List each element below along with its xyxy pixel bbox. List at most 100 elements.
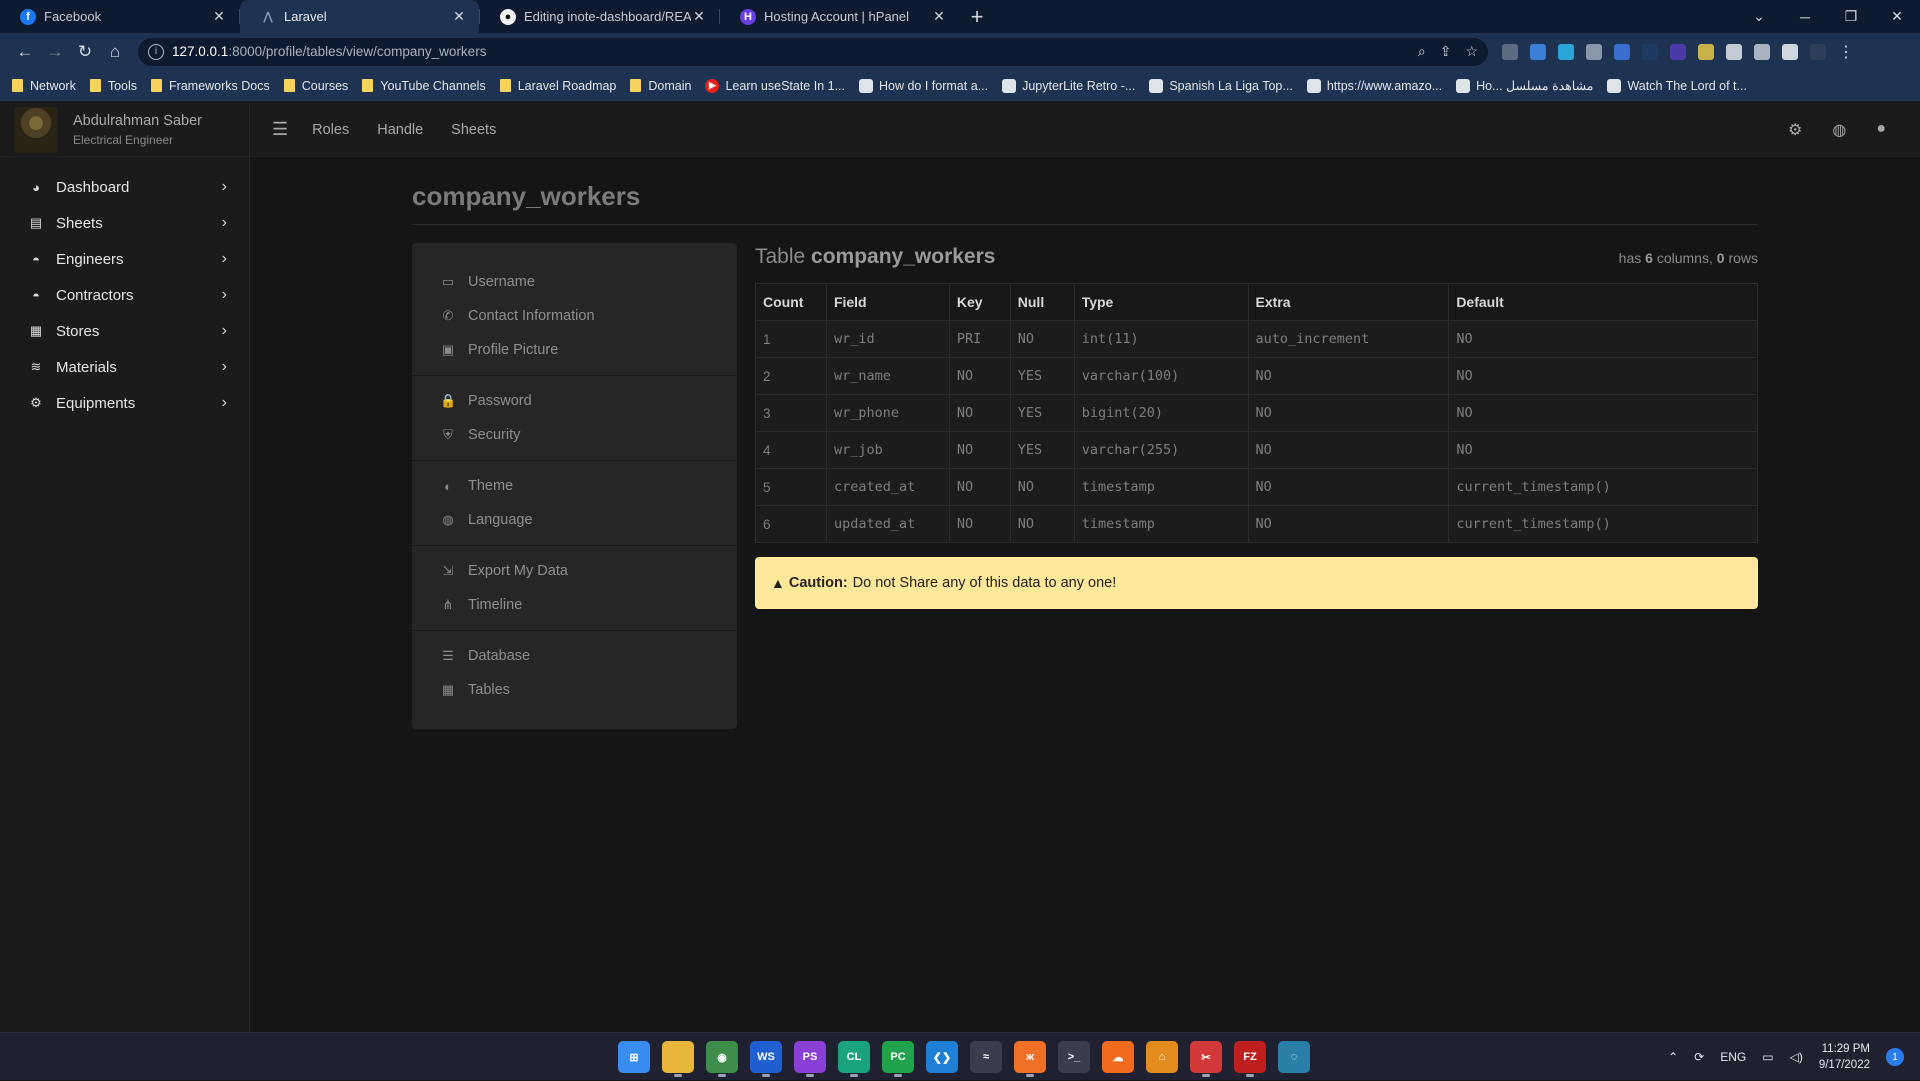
- minimize-button[interactable]: ─: [1782, 9, 1828, 25]
- home-button[interactable]: ⌂: [100, 37, 130, 67]
- bookmark-item[interactable]: https://www.amazo...: [1306, 78, 1442, 93]
- column-header-default[interactable]: Default: [1448, 283, 1758, 321]
- formula-extension-icon[interactable]: [1698, 43, 1714, 60]
- table-row[interactable]: 2 wr_name NO YES varchar(100) NO NO: [755, 357, 1758, 395]
- settings-item-password[interactable]: 🔒 Password: [412, 384, 737, 418]
- browser-tab[interactable]: f Facebook ✕: [0, 0, 239, 33]
- extension-icon[interactable]: [1586, 43, 1602, 60]
- webstorm-icon[interactable]: WS: [750, 1041, 782, 1077]
- browser-tab[interactable]: ⋀ Laravel ✕: [240, 0, 479, 33]
- extension-icon[interactable]: [1614, 43, 1630, 60]
- clion-icon[interactable]: CL: [838, 1041, 870, 1077]
- bookmark-item[interactable]: Courses: [283, 79, 348, 93]
- bookmark-item[interactable]: Spanish La Liga Top...: [1149, 78, 1293, 93]
- filezilla-icon[interactable]: FZ: [1234, 1041, 1266, 1077]
- pycharm-icon[interactable]: PC: [882, 1041, 914, 1077]
- site-info-icon[interactable]: i: [148, 43, 164, 60]
- translate-extension-icon[interactable]: [1530, 43, 1546, 60]
- profile-icon[interactable]: [1810, 43, 1826, 60]
- user-profile[interactable]: Abdulrahman Saber Electrical Engineer: [0, 103, 249, 157]
- bookmark-item[interactable]: Network: [12, 79, 76, 93]
- new-tab-button[interactable]: +: [959, 0, 995, 33]
- chrome-icon[interactable]: ◉: [706, 1041, 738, 1077]
- column-header-key[interactable]: Key: [948, 283, 1011, 321]
- bookmark-item[interactable]: Watch The Lord of t...: [1607, 78, 1747, 93]
- xampp-icon[interactable]: ж: [1014, 1041, 1046, 1077]
- table-row[interactable]: 1 wr_id PRI NO int(11) auto_increment NO: [755, 320, 1758, 358]
- puzzle-extensions-icon[interactable]: [1726, 43, 1742, 60]
- sidebar-item-contractors[interactable]: ◓ Contractors ›: [0, 277, 249, 313]
- reload-button[interactable]: ↻: [70, 37, 100, 67]
- settings-item-security[interactable]: ⛨ Security: [412, 418, 737, 452]
- table-row[interactable]: 5 created_at NO NO timestamp NO current_timest…: [755, 468, 1758, 506]
- terminal-icon[interactable]: >_: [1058, 1041, 1090, 1073]
- bookmark-item[interactable]: Tools: [89, 79, 137, 93]
- table-row[interactable]: 4 wr_job NO YES varchar(255) NO NO: [755, 431, 1758, 469]
- phpstorm-icon[interactable]: PS: [794, 1041, 826, 1077]
- browser-tab[interactable]: H Hosting Account | hPanel ✕: [720, 0, 959, 33]
- network-icon[interactable]: ▭: [1762, 1050, 1773, 1064]
- app-icon[interactable]: ◌: [1278, 1041, 1310, 1073]
- user-account-icon[interactable]: ●: [1876, 120, 1886, 140]
- settings-item-language[interactable]: ◍ Language: [412, 503, 737, 537]
- vscode-icon[interactable]: ❮❯: [926, 1041, 958, 1073]
- side-panel-icon[interactable]: [1782, 43, 1798, 60]
- bookmark-item[interactable]: Laravel Roadmap: [499, 79, 616, 93]
- notification-badge[interactable]: 1: [1886, 1048, 1904, 1066]
- settings-item-export-my-data[interactable]: ⇲ Export My Data: [412, 554, 737, 588]
- forward-button[interactable]: →: [40, 37, 70, 67]
- reading-list-icon[interactable]: [1754, 43, 1770, 60]
- sidebar-item-stores[interactable]: ▦ Stores ›: [0, 313, 249, 349]
- close-tab-icon[interactable]: ✕: [211, 8, 227, 25]
- bookmark-star-icon[interactable]: ☆: [1465, 43, 1478, 60]
- tab-search-icon[interactable]: ⌄: [1736, 8, 1782, 25]
- sidebar-item-dashboard[interactable]: ◕ Dashboard ›: [0, 169, 249, 205]
- browser-menu-icon[interactable]: ⋮: [1838, 42, 1854, 62]
- restore-button[interactable]: ❐: [1828, 8, 1874, 25]
- bookmark-item[interactable]: ▶ Learn useState In 1...: [705, 78, 845, 93]
- tray-overflow-icon[interactable]: ⌃: [1668, 1050, 1678, 1064]
- close-tab-icon[interactable]: ✕: [931, 8, 947, 25]
- snipping-icon[interactable]: ✂: [1190, 1041, 1222, 1077]
- column-header-count[interactable]: Count: [755, 283, 827, 321]
- extension-icon[interactable]: [1502, 43, 1518, 60]
- back-button[interactable]: ←: [10, 37, 40, 67]
- bookmark-item[interactable]: JupyterLite Retro -...: [1002, 78, 1135, 93]
- extension-icon[interactable]: [1558, 43, 1574, 60]
- sidebar-item-engineers[interactable]: ◓ Engineers ›: [0, 241, 249, 277]
- sidebar-item-equipments[interactable]: ⚙ Equipments ›: [0, 385, 249, 421]
- settings-item-database[interactable]: ☰ Database: [412, 639, 737, 673]
- extension-icon[interactable]: [1670, 43, 1686, 60]
- language-globe-icon[interactable]: ◍: [1832, 120, 1846, 140]
- zoom-icon[interactable]: ⌕: [1418, 43, 1426, 60]
- column-header-null[interactable]: Null: [1009, 283, 1075, 321]
- windows-start-icon[interactable]: ⊞: [618, 1041, 650, 1073]
- settings-item-username[interactable]: ▭ Username: [412, 265, 737, 299]
- bookmark-item[interactable]: Ho... مشاهدة مسلسل: [1456, 78, 1593, 93]
- column-header-type[interactable]: Type: [1073, 283, 1249, 321]
- extension-icon[interactable]: [1642, 43, 1658, 60]
- settings-item-theme[interactable]: ◐ Theme: [412, 469, 737, 503]
- close-window-button[interactable]: ✕: [1874, 8, 1920, 25]
- bookmark-item[interactable]: YouTube Channels: [362, 79, 486, 93]
- settings-item-contact-information[interactable]: ✆ Contact Information: [412, 299, 737, 333]
- settings-item-tables[interactable]: ▦ Tables: [412, 673, 737, 707]
- settings-item-profile-picture[interactable]: ▣ Profile Picture: [412, 333, 737, 367]
- soundcloud-icon[interactable]: ☁: [1102, 1041, 1134, 1073]
- bookmark-item[interactable]: Frameworks Docs: [151, 79, 270, 93]
- clock[interactable]: 11:29 PM 9/17/2022: [1819, 1041, 1870, 1073]
- nav-link-roles[interactable]: Roles: [312, 122, 349, 138]
- column-header-extra[interactable]: Extra: [1247, 283, 1450, 321]
- sync-icon[interactable]: ⟳: [1694, 1050, 1704, 1064]
- settings-item-timeline[interactable]: ⋔ Timeline: [412, 588, 737, 622]
- file-explorer-icon[interactable]: [662, 1041, 694, 1077]
- column-header-field[interactable]: Field: [825, 283, 950, 321]
- sidebar-item-materials[interactable]: ≋ Materials ›: [0, 349, 249, 385]
- close-tab-icon[interactable]: ✕: [451, 8, 467, 25]
- input-language[interactable]: ENG: [1720, 1050, 1746, 1064]
- bookmark-item[interactable]: Domain: [630, 79, 691, 93]
- table-row[interactable]: 6 updated_at NO NO timestamp NO current_timest…: [755, 505, 1758, 543]
- tool-icon[interactable]: ≈: [970, 1041, 1002, 1073]
- settings-gear-icon[interactable]: ⚙: [1788, 120, 1802, 140]
- sidebar-item-sheets[interactable]: ▤ Sheets ›: [0, 205, 249, 241]
